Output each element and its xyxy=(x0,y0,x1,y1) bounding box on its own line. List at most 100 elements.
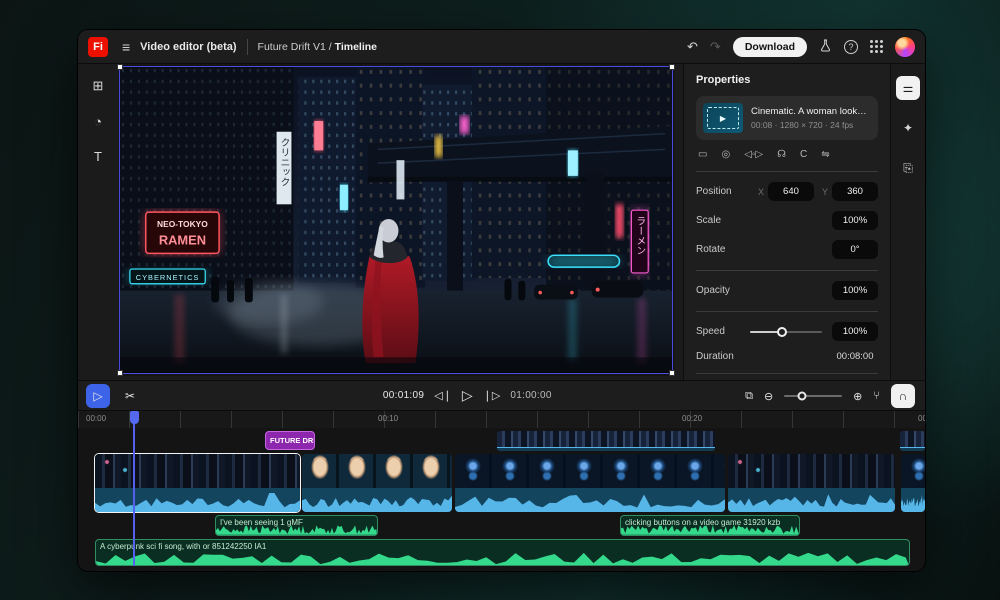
video-clip-2[interactable] xyxy=(302,454,452,512)
music-track: A cyberpunk sci fi song, with or 8512422… xyxy=(78,539,925,566)
x-axis-label: X xyxy=(758,187,764,197)
opacity-row: Opacity 100% xyxy=(696,281,878,300)
scale-row: Scale 100% xyxy=(696,211,878,230)
properties-tab-icon[interactable]: ⚌ xyxy=(896,76,920,100)
position-label: Position xyxy=(696,186,732,197)
current-time: 00:01:09 xyxy=(383,390,424,401)
previous-frame-icon[interactable]: ◁❘ xyxy=(434,389,452,402)
selection-handle-bottom-left[interactable] xyxy=(117,370,123,376)
video-clip-4[interactable] xyxy=(728,454,895,512)
refresh-icon[interactable]: C xyxy=(800,149,807,160)
rotate-row: Rotate 0° xyxy=(696,240,878,259)
help-icon[interactable]: ? xyxy=(844,40,858,54)
playhead-handle[interactable] xyxy=(130,411,139,424)
video-clip-5-partial[interactable] xyxy=(901,454,925,512)
play-button[interactable]: ▷ xyxy=(462,387,473,404)
crop-icon[interactable]: ▭ xyxy=(698,149,707,160)
rotate-field[interactable]: 0° xyxy=(832,240,878,259)
menu-icon[interactable]: ≡ xyxy=(122,39,130,55)
zoom-in-icon[interactable]: ⊕ xyxy=(853,390,862,403)
speed-slider-thumb[interactable] xyxy=(777,327,787,337)
position-x-field[interactable]: 640 xyxy=(768,182,814,201)
neon-sign-vertical-right: ラーメン xyxy=(631,210,648,273)
selected-clip-card[interactable]: ▶ Cinematic. A woman looks a... v.ffgenv… xyxy=(696,96,878,140)
text-tool-icon[interactable]: T xyxy=(94,149,102,164)
clip-meta: 00:08 · 1280 × 720 · 24 fps xyxy=(751,120,871,130)
scale-label: Scale xyxy=(696,215,721,226)
apps-grid-icon[interactable] xyxy=(870,40,883,53)
selection-handle-top-left[interactable] xyxy=(117,64,123,70)
clip-name: Cinematic. A woman looks a... v.ffgenvid xyxy=(751,106,871,117)
loop-icon[interactable]: ◎ xyxy=(721,149,730,160)
audio-track-1: I've been seeing 1 gMF clicking buttons … xyxy=(78,515,925,536)
position-row: Position X 640 Y 360 xyxy=(696,182,878,201)
fit-timeline-icon[interactable]: ⧉ xyxy=(745,390,753,403)
cut-tool-icon[interactable]: ✂ xyxy=(118,384,142,408)
character-icon[interactable]: ☊ xyxy=(777,149,786,160)
app-title: Video editor (beta) xyxy=(140,41,236,53)
history-icon[interactable]: ◔ xyxy=(94,114,102,129)
duration-label: Duration xyxy=(696,351,734,362)
ruler-label: 00:30 xyxy=(918,414,925,423)
overlay-video-clip[interactable] xyxy=(497,431,715,451)
select-tool-button[interactable]: ▷ xyxy=(86,384,110,408)
audio-detach-icon[interactable]: ◁◦▷ xyxy=(744,149,763,160)
app-window: Fi ≡ Video editor (beta) Future Drift V1… xyxy=(78,30,925,571)
left-toolbar: ⊞ ◔ T xyxy=(78,64,118,380)
total-time: 01:00:00 xyxy=(510,390,551,401)
neon-sign-ramen: NEO-TOKYO RAMEN xyxy=(146,212,219,253)
properties-title: Properties xyxy=(696,74,878,86)
scale-field[interactable]: 100% xyxy=(832,211,878,230)
sign-ramen-text: RAMEN xyxy=(159,233,206,248)
position-y-field[interactable]: 360 xyxy=(832,182,878,201)
timeline-area[interactable]: 00:00 00:10 00:20 00:30 FUTURE DRI xyxy=(78,411,925,571)
add-media-icon[interactable]: ⊞ xyxy=(93,78,104,94)
timeline-zoom-slider[interactable] xyxy=(784,395,842,397)
ruler-label: 00:00 xyxy=(86,414,106,423)
snap-magnet-button[interactable]: ∩ xyxy=(891,384,915,408)
breadcrumb[interactable]: Future Drift V1 / Timeline xyxy=(258,41,377,53)
preview-area: クリニック NEO-TOKYO RAMEN CYBERNETICS xyxy=(118,64,675,376)
playhead[interactable] xyxy=(133,411,135,566)
video-clip-1-selected[interactable] xyxy=(95,454,300,512)
video-canvas[interactable]: クリニック NEO-TOKYO RAMEN CYBERNETICS xyxy=(119,66,673,374)
download-button[interactable]: Download xyxy=(733,37,807,57)
generative-edit-icon[interactable]: ✦ xyxy=(896,116,920,140)
timeline-zoom-thumb[interactable] xyxy=(797,392,806,401)
opacity-field[interactable]: 100% xyxy=(832,281,878,300)
speed-slider[interactable] xyxy=(750,331,822,333)
next-frame-icon[interactable]: ❘▷ xyxy=(483,389,501,402)
neon-sign-cybernetics: CYBERNETICS xyxy=(130,269,205,284)
audio-clip-sfx[interactable]: clicking buttons on a video game 31920 k… xyxy=(620,515,800,536)
speed-field[interactable]: 100% xyxy=(832,322,878,341)
breadcrumb-project[interactable]: Future Drift V1 xyxy=(258,41,326,53)
overlay-video-clip-partial[interactable] xyxy=(900,431,925,451)
music-clip[interactable]: A cyberpunk sci fi song, with or 8512422… xyxy=(95,539,910,566)
flip-icon[interactable]: ⇋ xyxy=(821,149,829,160)
speed-row: Speed 100% xyxy=(696,322,878,341)
audio-clip-voice[interactable]: I've been seeing 1 gMF xyxy=(215,515,378,536)
right-toolbar: ⚌ ✦ ⎘ xyxy=(890,64,925,380)
breadcrumb-page[interactable]: Timeline xyxy=(335,41,377,53)
export-panel-icon[interactable]: ⎘ xyxy=(896,156,920,180)
top-bar: Fi ≡ Video editor (beta) Future Drift V1… xyxy=(78,30,925,64)
firefly-round-logo[interactable] xyxy=(895,37,915,57)
title-clip[interactable]: FUTURE DRI xyxy=(265,431,315,450)
ruler-label: 00:10 xyxy=(378,414,398,423)
sign-neo-tokyo-text: NEO-TOKYO xyxy=(157,219,208,229)
timeline-ruler[interactable]: 00:00 00:10 00:20 00:30 xyxy=(78,411,925,428)
undo-icon[interactable]: ↶ xyxy=(687,40,698,53)
video-clip-3[interactable] xyxy=(455,454,725,512)
selection-handle-top-right[interactable] xyxy=(669,64,675,70)
redo-icon[interactable]: ↷ xyxy=(710,40,721,53)
sign-vertical-left: クリニック xyxy=(278,137,289,186)
play-icon: ▶ xyxy=(720,114,726,123)
experiments-flask-icon[interactable] xyxy=(819,39,832,54)
ruler-label: 00:20 xyxy=(682,414,702,423)
rotate-label: Rotate xyxy=(696,244,725,255)
transport-bar: ▷ ✂ 00:01:09 ◁❘ ▷ ❘▷ 01:00:00 ⧉ ⊖ ⊕ ⑂ ∩ xyxy=(78,380,925,411)
selection-handle-bottom-right[interactable] xyxy=(669,370,675,376)
zoom-out-icon[interactable]: ⊖ xyxy=(764,390,773,403)
firefly-app-logo[interactable]: Fi xyxy=(88,37,108,57)
keyframe-icon[interactable]: ⑂ xyxy=(873,390,880,402)
